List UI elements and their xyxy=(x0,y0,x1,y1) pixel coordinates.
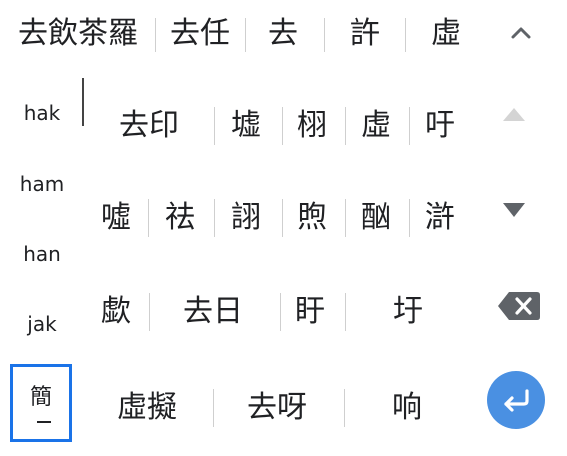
divider xyxy=(282,107,283,145)
toggle-underline xyxy=(37,421,51,423)
candidate-cell[interactable]: 祛 xyxy=(158,196,202,240)
candidate-cell[interactable]: 盱 xyxy=(288,290,332,334)
divider xyxy=(214,199,215,237)
candidate-cell[interactable]: 去呀 xyxy=(234,386,320,430)
candidate-cell[interactable]: 去日 xyxy=(170,290,256,334)
divider xyxy=(324,18,325,52)
chevron-up-icon[interactable] xyxy=(506,18,536,48)
backspace-icon[interactable] xyxy=(497,290,541,322)
simplified-toggle-button[interactable]: 簡 xyxy=(10,364,72,442)
pinyin-option[interactable]: hak xyxy=(12,100,72,126)
candidate-cell[interactable]: 墟 xyxy=(224,104,268,148)
divider xyxy=(282,199,283,237)
suggestion-bar: 去飲茶羅 去任 去 許 虛 xyxy=(0,0,567,70)
suggestion-item[interactable]: 許 xyxy=(340,14,390,54)
triangle-down-icon[interactable] xyxy=(503,203,525,217)
triangle-up-icon xyxy=(503,108,525,121)
suggestion-item[interactable]: 去任 xyxy=(162,14,238,54)
candidate-cell[interactable]: 吁 xyxy=(418,104,462,148)
candidate-cell[interactable]: 响 xyxy=(385,386,429,430)
divider xyxy=(155,18,156,52)
divider xyxy=(405,18,406,52)
candidate-cell[interactable]: 歔 xyxy=(94,290,138,334)
pinyin-option[interactable]: ham xyxy=(12,171,72,197)
candidate-cell[interactable]: 虛 xyxy=(354,104,398,148)
candidate-cell[interactable]: 去印 xyxy=(106,104,192,148)
divider xyxy=(213,389,214,427)
divider xyxy=(409,199,410,237)
divider xyxy=(280,293,281,331)
simplified-toggle-label: 簡 xyxy=(29,385,52,410)
divider xyxy=(345,107,346,145)
divider xyxy=(345,293,346,331)
candidate-cell[interactable]: 圩 xyxy=(386,290,430,334)
candidate-cell[interactable]: 詡 xyxy=(224,196,268,240)
suggestion-item[interactable]: 去飲茶羅 xyxy=(8,14,148,54)
divider xyxy=(345,199,346,237)
divider xyxy=(344,389,345,427)
candidate-cell[interactable]: 噓 xyxy=(94,196,138,240)
pinyin-option[interactable]: han xyxy=(12,241,72,267)
suggestion-item[interactable]: 虛 xyxy=(420,14,472,54)
candidate-cell[interactable]: 栩 xyxy=(290,104,334,148)
enter-icon xyxy=(504,389,529,412)
enter-button[interactable] xyxy=(487,371,545,429)
divider xyxy=(245,18,246,52)
candidate-cell[interactable]: 滸 xyxy=(418,196,462,240)
candidate-cell[interactable]: 虛擬 xyxy=(104,386,190,430)
suggestion-item[interactable]: 去 xyxy=(258,14,308,54)
pinyin-option[interactable]: jak xyxy=(12,311,72,337)
text-caret xyxy=(82,78,84,126)
candidate-cell[interactable]: 酗 xyxy=(354,196,398,240)
divider xyxy=(409,107,410,145)
divider xyxy=(149,293,150,331)
candidate-cell[interactable]: 煦 xyxy=(290,196,334,240)
divider xyxy=(148,199,149,237)
divider xyxy=(214,107,215,145)
